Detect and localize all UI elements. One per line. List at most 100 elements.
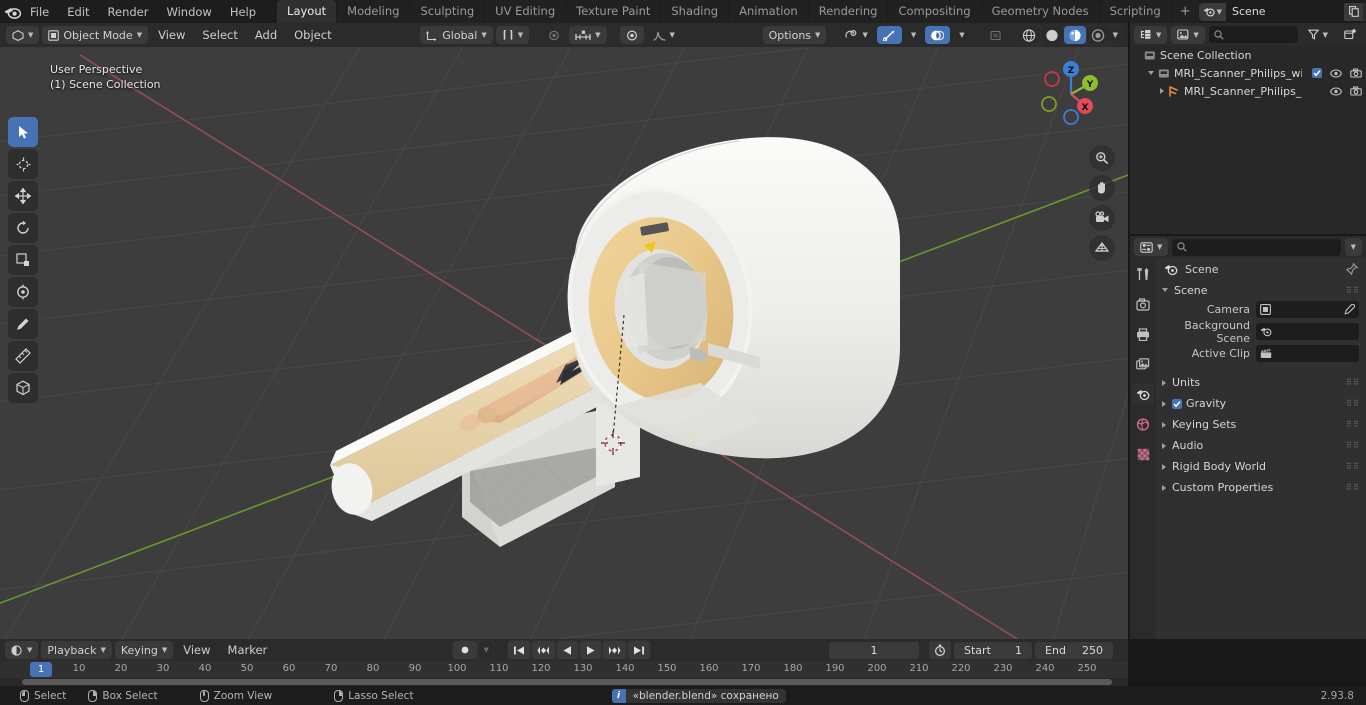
timeline-editor[interactable]: ▼ Playback ▼ Keying ▼ View Marker ▼ 1 St… bbox=[0, 639, 1128, 686]
annotate-tool[interactable] bbox=[8, 309, 38, 339]
viewport-menu-view[interactable]: View bbox=[151, 26, 192, 44]
panel-header-gravity[interactable]: Gravity ⠿⠿ bbox=[1156, 393, 1366, 414]
end-frame-field[interactable]: End 250 bbox=[1035, 641, 1114, 659]
timeline-scrollbar-track[interactable] bbox=[0, 678, 1128, 686]
panel-header-rigid-body-world[interactable]: Rigid Body World ⠿⠿ bbox=[1156, 456, 1366, 477]
new-collection-icon[interactable] bbox=[1338, 25, 1362, 44]
outliner-editor[interactable]: ▼ ▼ ▼ Scene Collection MRI_Scanner_Phili… bbox=[1130, 23, 1366, 234]
workspace-tab-shading[interactable]: Shading bbox=[661, 0, 729, 23]
render-tab[interactable] bbox=[1132, 294, 1154, 314]
rotate-tool[interactable] bbox=[8, 213, 38, 243]
previous-keyframe-icon[interactable] bbox=[531, 641, 555, 659]
transform-tool[interactable] bbox=[8, 277, 38, 307]
chevron-down-icon[interactable] bbox=[1148, 71, 1154, 75]
outliner-row-scene-collection[interactable]: Scene Collection bbox=[1130, 46, 1366, 64]
properties-search-input[interactable] bbox=[1172, 238, 1341, 256]
chevron-right-icon[interactable] bbox=[1160, 88, 1164, 94]
workspace-tab-rendering[interactable]: Rendering bbox=[808, 0, 888, 23]
record-icon[interactable] bbox=[453, 641, 478, 659]
panel-drag-handle[interactable]: ⠿⠿ bbox=[1346, 286, 1360, 294]
blender-logo-icon[interactable] bbox=[4, 2, 21, 22]
proportional-edit-icon[interactable] bbox=[542, 26, 567, 44]
scene-tab[interactable] bbox=[1132, 384, 1154, 404]
eyedropper-icon[interactable] bbox=[1344, 304, 1355, 315]
show-overlays-button[interactable] bbox=[925, 26, 951, 44]
shading-wireframe-button[interactable] bbox=[1017, 26, 1040, 44]
view-layer-tab[interactable] bbox=[1132, 354, 1154, 374]
menu-render[interactable]: Render bbox=[99, 2, 158, 22]
jump-to-start-icon[interactable] bbox=[507, 641, 530, 659]
workspace-tab-animation[interactable]: Animation bbox=[729, 0, 808, 23]
outliner-search-input[interactable] bbox=[1208, 26, 1298, 43]
current-frame-field[interactable]: 1 bbox=[829, 641, 920, 659]
proportional-editing-toggle[interactable] bbox=[619, 26, 644, 44]
workspace-tab-sculpting[interactable]: Sculpting bbox=[410, 0, 485, 23]
shading-material-preview-button[interactable] bbox=[1063, 26, 1086, 44]
properties-editor-type-icon[interactable]: ▼ bbox=[1134, 238, 1169, 256]
workspace-tab-uv-editing[interactable]: UV Editing bbox=[485, 0, 566, 23]
timeline-ruler[interactable]: 1 10 20 30 40 50 60 70 80 90 100 110 120… bbox=[0, 661, 1128, 678]
falloff-curve-selector[interactable]: ▼ bbox=[646, 26, 681, 44]
eye-icon[interactable] bbox=[1330, 68, 1342, 78]
panel-header-keying-sets[interactable]: Keying Sets ⠿⠿ bbox=[1156, 414, 1366, 435]
auto-keying-dropdown[interactable]: ▼ bbox=[479, 641, 493, 659]
viewport-menu-object[interactable]: Object bbox=[287, 26, 338, 44]
transform-orientation-selector[interactable]: Global ▼ bbox=[420, 26, 493, 44]
collection-checkbox[interactable] bbox=[1312, 68, 1322, 78]
orthographic-grid-icon[interactable] bbox=[1089, 235, 1115, 261]
panel-drag-handle[interactable]: ⠿⠿ bbox=[1346, 463, 1360, 471]
scene-browse-icon[interactable]: ▼ bbox=[1198, 2, 1227, 21]
outliner-editor-type-icon[interactable]: ▼ bbox=[1134, 25, 1168, 44]
workspace-tab-modeling[interactable]: Modeling bbox=[337, 0, 410, 23]
timeline-scrollbar[interactable] bbox=[22, 679, 1112, 685]
measure-tool[interactable] bbox=[8, 341, 38, 371]
menu-help[interactable]: Help bbox=[221, 2, 265, 22]
gizmo-dropdown[interactable]: ▼ bbox=[904, 26, 923, 44]
outliner-filter-icon[interactable]: ▼ bbox=[1301, 25, 1334, 44]
scale-tool[interactable] bbox=[8, 245, 38, 275]
viewport-menu-select[interactable]: Select bbox=[195, 26, 244, 44]
zoom-icon[interactable] bbox=[1089, 145, 1115, 171]
viewport-menu-add[interactable]: Add bbox=[248, 26, 284, 44]
shading-dropdown[interactable]: ▼ bbox=[1109, 26, 1121, 44]
timeline-menu-marker[interactable]: Marker bbox=[221, 641, 275, 659]
outliner-row-mri-collection[interactable]: MRI_Scanner_Philips_with_Pat bbox=[1130, 64, 1366, 82]
gravity-checkbox[interactable] bbox=[1172, 398, 1182, 409]
workspace-tab-scripting[interactable]: Scripting bbox=[1099, 0, 1171, 23]
panel-drag-handle[interactable]: ⠿⠿ bbox=[1346, 379, 1360, 387]
pin-icon[interactable] bbox=[1346, 263, 1358, 275]
panel-header-scene[interactable]: Scene ⠿⠿ bbox=[1156, 280, 1366, 300]
timeline-playhead[interactable]: 1 bbox=[30, 662, 52, 677]
show-gizmo-button[interactable] bbox=[876, 26, 902, 44]
panel-header-units[interactable]: Units ⠿⠿ bbox=[1156, 372, 1366, 393]
menu-window[interactable]: Window bbox=[157, 2, 220, 22]
start-frame-field[interactable]: Start 1 bbox=[954, 641, 1033, 659]
add-workspace-button[interactable]: + bbox=[1171, 0, 1199, 23]
workspace-tab-compositing[interactable]: Compositing bbox=[888, 0, 981, 23]
xray-toggle-button[interactable] bbox=[983, 26, 1008, 44]
next-keyframe-icon[interactable] bbox=[602, 641, 626, 659]
background-scene-field[interactable] bbox=[1256, 323, 1359, 340]
camera-field[interactable] bbox=[1256, 301, 1359, 318]
properties-options-dropdown[interactable]: ▼ bbox=[1344, 238, 1362, 256]
panel-drag-handle[interactable]: ⠿⠿ bbox=[1346, 421, 1360, 429]
jump-to-end-icon[interactable] bbox=[627, 641, 650, 659]
menu-file[interactable]: File bbox=[21, 2, 58, 22]
pan-hand-icon[interactable] bbox=[1089, 175, 1115, 201]
play-icon[interactable] bbox=[579, 641, 601, 659]
properties-editor[interactable]: ▼ ▼ Scene Scene ⠿⠿ Camera Background Sce… bbox=[1130, 236, 1366, 639]
workspace-tab-layout[interactable]: Layout bbox=[277, 0, 337, 23]
tool-tab[interactable] bbox=[1132, 264, 1154, 284]
viewport-3d-scene[interactable] bbox=[0, 47, 1128, 639]
panel-drag-handle[interactable]: ⠿⠿ bbox=[1346, 484, 1360, 492]
panel-drag-handle[interactable]: ⠿⠿ bbox=[1346, 442, 1360, 450]
keying-menu[interactable]: Keying ▼ bbox=[114, 641, 174, 659]
options-button[interactable]: Options ▼ bbox=[762, 26, 827, 44]
camera-icon[interactable] bbox=[1350, 68, 1362, 78]
output-tab[interactable] bbox=[1132, 324, 1154, 344]
move-tool[interactable] bbox=[8, 181, 38, 211]
scene-name-field[interactable]: Scene bbox=[1226, 2, 1345, 21]
tweak-select-tool[interactable] bbox=[8, 117, 38, 147]
stopwatch-icon[interactable] bbox=[929, 641, 952, 659]
play-reverse-icon[interactable] bbox=[556, 641, 578, 659]
